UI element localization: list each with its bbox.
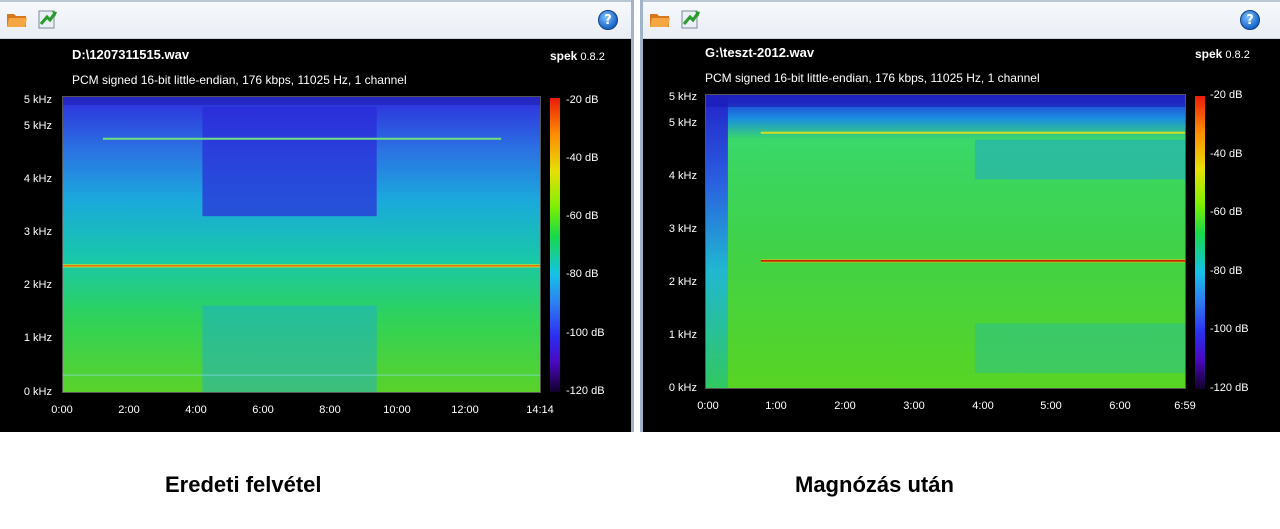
db-label: -60 dB xyxy=(1210,206,1243,218)
db-color-scale xyxy=(1195,96,1205,389)
toolbar: ? xyxy=(0,0,631,39)
open-folder-icon[interactable] xyxy=(6,9,28,29)
db-label: -80 dB xyxy=(566,268,599,280)
time-label: 6:59 xyxy=(1174,400,1196,412)
db-label: -20 dB xyxy=(566,94,599,106)
freq-label: 4 kHz xyxy=(668,170,697,182)
caption-right: Magnózás után xyxy=(795,472,954,497)
db-label: -20 dB xyxy=(1210,89,1243,101)
open-folder-icon[interactable] xyxy=(649,9,671,29)
spectrogram-right xyxy=(705,94,1186,389)
time-label: 12:00 xyxy=(451,404,479,416)
freq-label: 2 kHz xyxy=(668,276,697,288)
file-name: G:\teszt-2012.wav xyxy=(705,45,815,60)
db-label: -40 dB xyxy=(566,152,599,164)
freq-label: 1 kHz xyxy=(668,329,697,341)
time-label: 0:00 xyxy=(697,400,719,412)
db-label: -60 dB xyxy=(566,210,599,222)
time-label: 4:00 xyxy=(185,404,207,416)
db-label: -100 dB xyxy=(1210,323,1249,335)
time-label: 5:00 xyxy=(1040,400,1062,412)
caption-left: Eredeti felvétel xyxy=(165,472,322,497)
freq-label: 0 kHz xyxy=(668,382,697,394)
db-label: -100 dB xyxy=(566,327,605,339)
freq-label: 0 kHz xyxy=(23,386,52,398)
app-name: spek 0.8.2 xyxy=(1195,47,1250,61)
save-image-icon[interactable] xyxy=(679,9,701,29)
freq-label: 5 kHz xyxy=(668,117,697,129)
time-label: 3:00 xyxy=(903,400,925,412)
time-label: 6:00 xyxy=(252,404,274,416)
stream-info: PCM signed 16-bit little-endian, 176 kbp… xyxy=(705,71,1040,85)
app-name: spek 0.8.2 xyxy=(550,49,605,63)
db-label: -120 dB xyxy=(566,385,605,397)
time-label: 2:00 xyxy=(834,400,856,412)
time-label: 2:00 xyxy=(118,404,140,416)
freq-label: 5 kHz xyxy=(668,91,697,103)
db-color-scale xyxy=(550,98,560,392)
spek-window-left: ? D:\1207311515.wav spek 0.8.2 PCM signed… xyxy=(0,0,634,432)
time-label: 1:00 xyxy=(765,400,787,412)
freq-label: 5 kHz xyxy=(23,120,52,132)
file-name: D:\1207311515.wav xyxy=(72,47,190,62)
time-label: 14:14 xyxy=(526,404,554,416)
help-icon[interactable]: ? xyxy=(1240,10,1260,30)
freq-label: 3 kHz xyxy=(23,226,52,238)
save-image-icon[interactable] xyxy=(36,9,58,29)
db-label: -120 dB xyxy=(1210,382,1249,394)
stream-info: PCM signed 16-bit little-endian, 176 kbp… xyxy=(72,73,407,87)
time-label: 8:00 xyxy=(319,404,341,416)
spek-window-right: ? G:\teszt-2012.wav spek 0.8.2 PCM signed… xyxy=(640,0,1280,432)
toolbar: ? xyxy=(643,0,1280,39)
time-label: 6:00 xyxy=(1109,400,1131,412)
freq-label: 2 kHz xyxy=(23,279,52,291)
db-label: -80 dB xyxy=(1210,265,1243,277)
freq-label: 4 kHz xyxy=(23,173,52,185)
freq-label: 3 kHz xyxy=(668,223,697,235)
freq-label: 1 kHz xyxy=(23,332,52,344)
freq-label: 5 kHz xyxy=(23,94,52,106)
spectrogram-left xyxy=(62,96,541,393)
time-label: 4:00 xyxy=(972,400,994,412)
help-icon[interactable]: ? xyxy=(598,10,618,30)
time-label: 0:00 xyxy=(51,404,73,416)
time-label: 10:00 xyxy=(383,404,411,416)
db-label: -40 dB xyxy=(1210,148,1243,160)
